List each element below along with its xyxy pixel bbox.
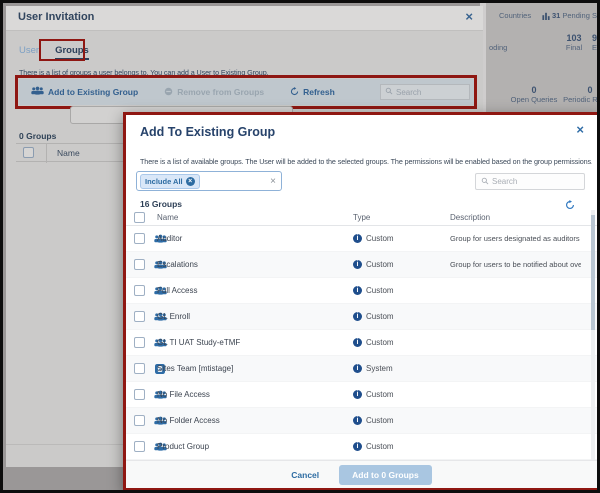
dialog-footer: Cancel Add to 0 Groups bbox=[126, 460, 597, 488]
group-type: iSystem bbox=[353, 364, 393, 373]
periodic-review-label: Periodic Review bbox=[558, 95, 597, 104]
info-icon: i bbox=[353, 416, 362, 425]
group-name: GL Enroll bbox=[157, 312, 190, 321]
close-icon[interactable]: × bbox=[576, 122, 584, 137]
select-all-checkbox[interactable] bbox=[134, 212, 145, 223]
annotation-box-toolbar bbox=[15, 75, 477, 109]
group-type: iCustom bbox=[353, 234, 394, 243]
groups-count: 0 Groups bbox=[19, 131, 56, 141]
row-checkbox[interactable] bbox=[134, 363, 145, 374]
periodic-review-stat: 0 Periodic Review bbox=[558, 85, 597, 104]
group-type: iCustom bbox=[353, 390, 394, 399]
column-divider bbox=[46, 144, 47, 163]
description-column-header: Description bbox=[450, 213, 490, 222]
modal-titlebar: User Invitation × bbox=[6, 6, 483, 31]
row-checkbox[interactable] bbox=[134, 259, 145, 270]
final-label: Final bbox=[556, 43, 592, 52]
scrollbar-thumb[interactable] bbox=[591, 215, 595, 330]
group-name: No File Access bbox=[157, 390, 210, 399]
chip-remove-icon[interactable]: × bbox=[186, 177, 195, 186]
info-icon: i bbox=[353, 260, 362, 269]
add-to-existing-group-dialog: Add To Existing Group × There is a list … bbox=[123, 112, 600, 491]
group-name: Auditor bbox=[157, 234, 182, 243]
group-table-header: Name Type Description bbox=[126, 209, 597, 226]
row-checkbox[interactable] bbox=[134, 441, 145, 452]
open-queries-label: Open Queries bbox=[504, 95, 564, 104]
group-description: Group for users to be notified about ove… bbox=[450, 260, 581, 269]
group-name: Escalations bbox=[157, 260, 198, 269]
final-stat: 103 Final bbox=[556, 33, 592, 52]
group-name: Sites Team [mtistage] bbox=[157, 364, 233, 373]
group-name: GL TI UAT Study-eTMF bbox=[157, 338, 240, 347]
bar-chart-icon bbox=[542, 12, 550, 20]
available-groups-count: 16 Groups bbox=[140, 199, 182, 209]
select-all-checkbox[interactable] bbox=[23, 147, 34, 158]
group-name: Full Access bbox=[157, 286, 197, 295]
tab-user[interactable]: User bbox=[19, 45, 39, 60]
group-filter-input[interactable]: Include All × × bbox=[136, 171, 282, 191]
group-row[interactable]: Product Group iCustom bbox=[126, 434, 597, 460]
modal-title: User Invitation bbox=[18, 11, 94, 23]
info-icon: i bbox=[353, 390, 362, 399]
close-icon[interactable]: × bbox=[465, 9, 473, 24]
final-count: 103 bbox=[556, 33, 592, 43]
group-description: Group for users designated as auditors f… bbox=[450, 234, 581, 243]
expiring-label: Expi bbox=[592, 43, 597, 52]
group-row[interactable]: Escalations iCustom Group for users to b… bbox=[126, 252, 597, 278]
row-checkbox[interactable] bbox=[134, 311, 145, 322]
group-table-body: Auditor iCustom Group for users designat… bbox=[126, 226, 597, 460]
search-icon bbox=[481, 177, 489, 187]
pending-sites-label: Pending Sites bbox=[562, 11, 597, 20]
row-checkbox[interactable] bbox=[134, 285, 145, 296]
table-scrollbar bbox=[591, 210, 595, 460]
group-search-input[interactable]: Search bbox=[475, 173, 585, 190]
pending-sites-stat: 31 Pending Sites bbox=[542, 11, 597, 20]
background-stats-panel: Countries 31 Pending Sites oding 103 Fin… bbox=[486, 3, 597, 113]
group-row[interactable]: GL Enroll iCustom bbox=[126, 304, 597, 330]
annotation-box-groups-tab bbox=[39, 39, 85, 61]
group-type: iCustom bbox=[353, 312, 394, 321]
group-type: iCustom bbox=[353, 442, 394, 451]
group-row[interactable]: Full Access iCustom bbox=[126, 278, 597, 304]
info-icon: i bbox=[353, 442, 362, 451]
screenshot-root: Countries 31 Pending Sites oding 103 Fin… bbox=[0, 0, 600, 493]
row-checkbox[interactable] bbox=[134, 337, 145, 348]
info-icon: i bbox=[353, 312, 362, 321]
info-icon: i bbox=[353, 364, 362, 373]
expiring-stat: 9 Expi bbox=[592, 33, 597, 52]
group-type: iCustom bbox=[353, 416, 394, 425]
periodic-review-count: 0 bbox=[558, 85, 597, 95]
name-column-header: Name bbox=[157, 213, 178, 222]
group-type: iCustom bbox=[353, 338, 394, 347]
coding-stat: oding bbox=[489, 43, 519, 52]
filter-chip-include-all[interactable]: Include All × bbox=[140, 174, 200, 189]
countries-label: Countries bbox=[499, 11, 531, 20]
group-name: No Folder Access bbox=[157, 416, 220, 425]
type-column-header: Type bbox=[353, 213, 370, 222]
open-queries-stat: 0 Open Queries bbox=[504, 85, 564, 104]
name-column-header: Name bbox=[57, 148, 80, 158]
group-row[interactable]: No Folder Access iCustom bbox=[126, 408, 597, 434]
group-type: iCustom bbox=[353, 286, 394, 295]
group-name: Product Group bbox=[157, 442, 209, 451]
row-checkbox[interactable] bbox=[134, 415, 145, 426]
info-icon: i bbox=[353, 338, 362, 347]
open-queries-count: 0 bbox=[504, 85, 564, 95]
group-row[interactable]: GL TI UAT Study-eTMF iCustom bbox=[126, 330, 597, 356]
cancel-button[interactable]: Cancel bbox=[291, 470, 319, 480]
dialog-title: Add To Existing Group bbox=[140, 125, 275, 139]
group-row[interactable]: Sites Team [mtistage] iSystem bbox=[126, 356, 597, 382]
row-checkbox[interactable] bbox=[134, 233, 145, 244]
group-row[interactable]: Auditor iCustom Group for users designat… bbox=[126, 226, 597, 252]
pending-sites-count: 31 bbox=[552, 11, 560, 20]
add-to-groups-button[interactable]: Add to 0 Groups bbox=[339, 465, 432, 485]
expiring-count: 9 bbox=[592, 33, 597, 43]
info-icon: i bbox=[353, 286, 362, 295]
group-type: iCustom bbox=[353, 260, 394, 269]
filter-clear-icon[interactable]: × bbox=[270, 176, 276, 187]
row-checkbox[interactable] bbox=[134, 389, 145, 400]
info-icon: i bbox=[353, 234, 362, 243]
group-row[interactable]: No File Access iCustom bbox=[126, 382, 597, 408]
dialog-description: There is a list of available groups. The… bbox=[140, 157, 592, 166]
